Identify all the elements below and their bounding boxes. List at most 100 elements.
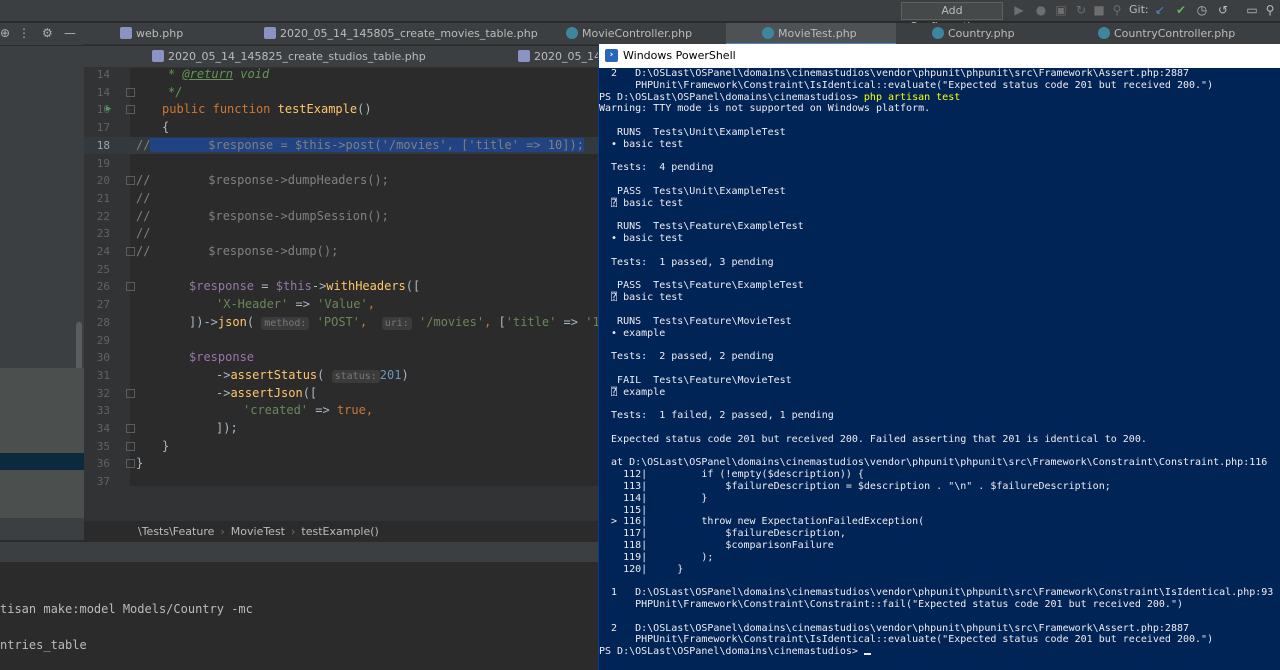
console-line: PASS Tests\Feature\ExampleTest [599,280,804,292]
powershell-scrollbar[interactable] [1275,68,1280,670]
console-line: PHPUnit\Framework\Constraint\IsIdentical… [599,634,1214,646]
console-line: FAIL Tests\Feature\MovieTest [599,374,792,386]
console-line: Tests: 1 failed, 2 passed, 1 pending [599,410,834,422]
console-line: 112| if (!empty($description)) { [599,469,864,481]
fold-icon[interactable] [126,176,135,186]
code-line: 28])->json( method: 'POST', uri: '/movie… [96,314,600,330]
code-line: 14 */ [96,84,183,99]
ide-terminal[interactable]: tisan make:model Models/Country -mc ntri… [0,562,600,670]
project-tree-selected-row[interactable] [0,453,84,470]
project-tree-hover-row[interactable] [0,470,84,518]
tab-web-php[interactable]: web.php [120,23,230,45]
search-icon[interactable]: ⚲ [1262,2,1278,18]
console-line: 2 D:\OSLast\OSPanel\domains\cinemastudio… [599,68,1190,79]
console-line: PS D:\OSLast\OSPanel\domains\cinemastudi… [599,91,961,103]
git-commit-icon[interactable]: ✔ [1173,2,1189,18]
console-line: 1 D:\OSLast\OSPanel\domains\cinemastudio… [599,587,1274,599]
code-line: 35} [96,438,170,453]
console-cursor [863,653,871,656]
text-selection: $response = $this->post('/movies', ['tit… [150,137,584,152]
powershell-console[interactable]: 2 D:\OSLast\OSPanel\domains\cinemastudio… [599,68,1280,670]
tab-movie-test[interactable]: MovieTest.php [726,23,896,45]
tab-movie-controller[interactable]: MovieController.php [566,23,726,45]
tab-country[interactable]: Country.php [932,23,1072,45]
debug-icon[interactable]: ● [1033,2,1049,18]
class-file-icon [932,27,944,39]
breadcrumb-item-class[interactable]: MovieTest [231,525,285,538]
class-file-icon [566,27,578,39]
fold-icon[interactable] [126,424,135,433]
code-line: 33'created' => true, [96,403,374,418]
powershell-window[interactable]: › Windows PowerShell 2 D:\OSLast\OSPanel… [598,44,1280,670]
git-history-icon[interactable]: ◷ [1194,2,1210,18]
code-line: 20// $response->dumpHeaders(); [96,173,389,188]
fold-icon[interactable] [126,441,135,451]
collapse-icon[interactable]: ⊕ [0,26,10,40]
fold-icon[interactable] [126,388,135,398]
tab-create-movies-table[interactable]: 2020_05_14_145805_create_movies_table.ph… [264,23,546,45]
php-file-icon [152,50,164,62]
code-line: 37 [96,475,110,489]
divider-icon: ⋮ [18,26,30,40]
fold-icon[interactable] [126,87,135,97]
console-line: RUNS Tests\Unit\ExampleTest [599,127,786,138]
php-file-icon [264,27,276,39]
hide-panel-icon[interactable]: — [64,26,76,40]
console-line: ⍰ basic test [599,292,684,304]
run-test-icon[interactable]: ▶ [106,101,111,119]
breadcrumb-item-method[interactable]: testExample() [301,525,378,538]
tab-country-controller[interactable]: CountryController.php [1098,23,1280,45]
code-line: 31 ->assertStatus( status: 201) [96,367,409,383]
console-line: > 116| throw new ExpectationFailedExcept… [599,516,925,528]
console-line: Tests: 4 pending [599,162,714,174]
run-icon[interactable]: ▶ [1011,2,1027,18]
class-file-icon [1098,27,1110,39]
console-line: PHPUnit\Framework\Constraint\Constraint:… [599,599,1183,610]
console-line: PASS Tests\Unit\ExampleTest [599,186,786,197]
breadcrumb: \Tests\Feature › MovieTest › testExample() [84,520,600,542]
console-line: PHPUnit\Framework\Constraint\IsIdentical… [599,79,1214,91]
code-line: 16 ▶ public function testExample() [84,101,600,119]
code-line: 19 [96,156,110,170]
git-rollback-icon[interactable]: ↺ [1215,2,1231,18]
code-line: 32 ->assertJson([ [96,385,318,400]
code-line: 22// $response->dumpSession(); [96,208,389,223]
window-title: Windows PowerShell [623,49,736,62]
console-line: Expected status code 201 but received 20… [599,433,1147,445]
powershell-titlebar[interactable]: › Windows PowerShell [599,44,1280,68]
console-line: RUNS Tests\Feature\ExampleTest [599,221,804,233]
git-label: Git: [1129,3,1149,16]
chevron-right-icon: › [291,525,296,538]
fold-icon[interactable] [126,105,135,115]
code-line: 30 $response [96,350,255,365]
console-line: Warning: TTY mode is not supported on Wi… [599,103,931,115]
project-tree-hover-row[interactable] [0,368,84,453]
console-line: at D:\OSLast\OSPanel\domains\cinemastudi… [599,457,1268,469]
console-line: PS D:\OSLast\OSPanel\domains\cinemastudi… [599,646,871,658]
add-configuration-button[interactable]: Add Configuration... [901,2,1003,33]
console-line: 117| $failureDescription, [599,528,846,540]
project-toolbar: ⊕ ⋮ ⚙ — [0,23,84,45]
terminal-line: tisan make:model Models/Country -mc [0,602,253,616]
breadcrumb-item-namespace[interactable]: \Tests\Feature [138,525,214,538]
stop-icon[interactable]: ■ [1091,2,1107,18]
console-line: ⍰ example [599,386,666,398]
window-layout-icon[interactable]: ▭ [1244,2,1260,18]
code-line: 36} [96,456,144,471]
gear-icon[interactable]: ⚙ [42,26,53,40]
code-editor[interactable]: 14 * @return void 14 */ 16 ▶ public function… [84,68,600,520]
search-everywhere-icon[interactable]: ⚲ [1109,2,1125,18]
console-line: 114| } [599,492,708,504]
ide-toolbar: Add Configuration... ▶ ● ▣ ↻ ■ ⚲ Git: ↙ … [0,0,1280,33]
php-file-icon [518,50,530,62]
console-line: 118| $comparisonFailure [599,540,834,551]
tab-create-studios-table[interactable]: 2020_05_14_145825_create_studios_table.p… [152,46,442,68]
terminal-line: ntries_table [0,638,87,652]
fold-icon[interactable] [126,459,135,469]
git-update-icon[interactable]: ↙ [1152,2,1168,18]
coverage-icon[interactable]: ▣ [1053,2,1069,18]
fold-icon[interactable] [126,247,135,256]
fold-icon[interactable] [126,282,135,292]
profile-icon[interactable]: ↻ [1073,2,1089,18]
tab-truncated-migration[interactable]: 2020_05_14_15 [518,46,600,68]
